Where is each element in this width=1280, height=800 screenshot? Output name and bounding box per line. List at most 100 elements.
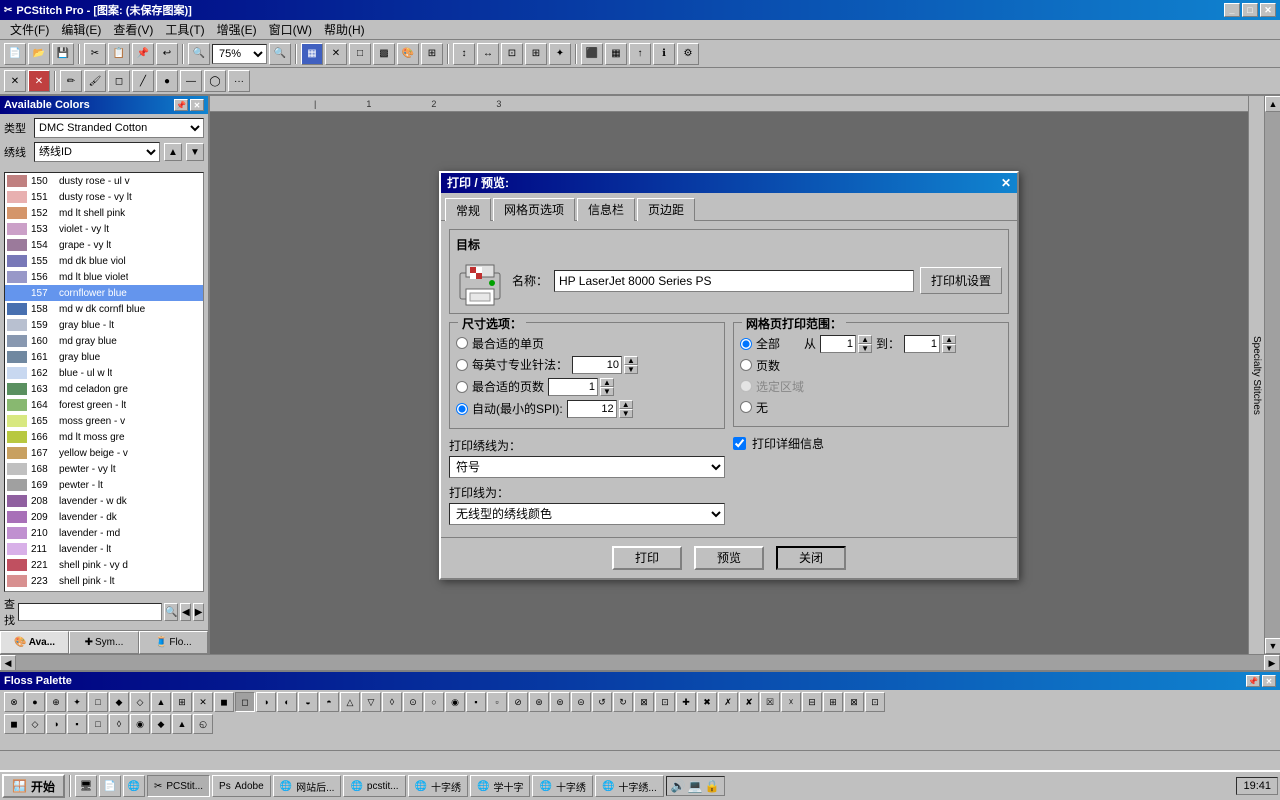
tool8[interactable]: ⊡ — [501, 43, 523, 65]
taskbar-icon-3[interactable]: 🌐 — [123, 775, 145, 797]
color-list[interactable]: 150 dusty rose - ul v 151 dusty rose - v… — [4, 172, 204, 592]
close-button[interactable]: ✕ — [1260, 3, 1276, 17]
floss-symbol-button[interactable]: ⊠ — [634, 692, 654, 712]
print-button[interactable]: 打印 — [612, 546, 682, 570]
taskbar-app-website[interactable]: 🌐 网站后... — [273, 775, 342, 797]
color-row[interactable]: 169 pewter - lt — [5, 477, 203, 493]
tool-eraser[interactable]: ◻ — [108, 70, 130, 92]
color-row[interactable]: 153 violet - vy lt — [5, 221, 203, 237]
radio-none-input[interactable] — [740, 401, 752, 413]
dialog-tab-general[interactable]: 常规 — [445, 198, 491, 221]
scroll-left-button[interactable]: ◀ — [0, 655, 16, 671]
color-row[interactable]: 211 lavender - lt — [5, 541, 203, 557]
menu-tools[interactable]: 工具(T) — [159, 19, 210, 40]
menu-file[interactable]: 文件(F) — [4, 19, 55, 40]
floss-symbol-button[interactable]: ◇ — [25, 714, 45, 734]
tool13[interactable]: ↑ — [629, 43, 651, 65]
floss-symbol-button[interactable]: ○ — [424, 692, 444, 712]
color-row[interactable]: 166 md lt moss gre — [5, 429, 203, 445]
color-row[interactable]: 157 cornflower blue — [5, 285, 203, 301]
scroll-up-button[interactable]: ▲ — [1265, 96, 1280, 112]
color-row[interactable]: 164 forest green - lt — [5, 397, 203, 413]
floss-symbol-button[interactable]: ▲ — [151, 692, 171, 712]
fit-pages-up[interactable]: ▲ — [600, 378, 614, 387]
cut-button[interactable]: ✂ — [84, 43, 106, 65]
floss-symbol-button[interactable]: ⊗ — [4, 692, 24, 712]
tool12[interactable]: ▦ — [605, 43, 627, 65]
menu-help[interactable]: 帮助(H) — [318, 19, 371, 40]
color-row[interactable]: 221 shell pink - vy d — [5, 557, 203, 573]
tool10[interactable]: ✦ — [549, 43, 571, 65]
floss-symbol-button[interactable]: ⊝ — [571, 692, 591, 712]
auto-spi-up[interactable]: ▲ — [619, 400, 633, 409]
tool9[interactable]: ⊞ — [525, 43, 547, 65]
print-floss-select[interactable]: 符号 颜色 符号+颜色 — [449, 456, 725, 478]
floss-symbol-button[interactable]: ◐ — [277, 692, 297, 712]
floss-symbol-button[interactable]: ▫ — [487, 692, 507, 712]
floss-symbol-button[interactable]: ⊛ — [529, 692, 549, 712]
floss-symbol-button[interactable]: ⊘ — [508, 692, 528, 712]
to-value[interactable] — [904, 335, 940, 353]
paste-button[interactable]: 📌 — [132, 43, 154, 65]
color-row[interactable]: 161 gray blue — [5, 349, 203, 365]
auto-spi-value[interactable] — [567, 400, 617, 418]
radio-auto-spi-input[interactable] — [456, 403, 468, 415]
color-row[interactable]: 151 dusty rose - vy lt — [5, 189, 203, 205]
tool11[interactable]: ⬛ — [581, 43, 603, 65]
color-row[interactable]: 160 md gray blue — [5, 333, 203, 349]
floss-symbol-button[interactable]: □ — [88, 714, 108, 734]
floss-symbol-button[interactable]: ● — [25, 692, 45, 712]
tab-available[interactable]: 🎨 Ava... — [0, 631, 69, 654]
from-up[interactable]: ▲ — [858, 335, 872, 344]
color-row[interactable]: 163 md celadon gre — [5, 381, 203, 397]
floss-symbol-button[interactable]: ◑ — [256, 692, 276, 712]
auto-spi-down[interactable]: ▼ — [619, 409, 633, 418]
dialog-tab-grid[interactable]: 网格页选项 — [493, 198, 575, 221]
color-row[interactable]: 155 md dk blue viol — [5, 253, 203, 269]
per-inch-value[interactable] — [572, 356, 622, 374]
search-button[interactable]: 🔍 — [164, 603, 178, 621]
tool-extra[interactable]: ··· — [228, 70, 250, 92]
tab-symbols[interactable]: ✚ Sym... — [69, 631, 138, 654]
taskbar-icon-1[interactable]: 🖥 — [75, 775, 97, 797]
color-row[interactable]: 210 lavender - md — [5, 525, 203, 541]
floss-symbol-button[interactable]: ◉ — [130, 714, 150, 734]
dialog-close-icon[interactable]: ✕ — [1001, 176, 1011, 190]
new-button[interactable]: 📄 — [4, 43, 26, 65]
minimize-button[interactable]: _ — [1224, 3, 1240, 17]
color-row[interactable]: 162 blue - ul w lt — [5, 365, 203, 381]
floss-symbol-button[interactable]: ⊟ — [802, 692, 822, 712]
color-row[interactable]: 223 shell pink - lt — [5, 573, 203, 589]
floss-symbol-button[interactable]: ◵ — [193, 714, 213, 734]
floss-symbol-button[interactable]: ✗ — [718, 692, 738, 712]
print-line-select[interactable]: 无线型的绣线颜色 颜色 黑色 — [449, 503, 725, 525]
tool5[interactable]: ⊞ — [421, 43, 443, 65]
floss-symbol-button[interactable]: △ — [340, 692, 360, 712]
per-inch-down[interactable]: ▼ — [624, 365, 638, 374]
zoom-in-button[interactable]: 🔍 — [188, 43, 210, 65]
scroll-right-button[interactable]: ▶ — [1264, 655, 1280, 671]
floss-symbol-button[interactable]: ⊡ — [655, 692, 675, 712]
tool-arrow[interactable]: ✕ — [4, 70, 26, 92]
color-row[interactable]: 156 md lt blue violet — [5, 269, 203, 285]
radio-selection-input[interactable] — [740, 380, 752, 392]
dialog-tab-margins[interactable]: 页边距 — [637, 198, 695, 221]
fit-pages-down[interactable]: ▼ — [600, 387, 614, 396]
h-scroll-track[interactable] — [16, 655, 1264, 670]
taskbar-app-learn[interactable]: 🌐 学十字 — [470, 775, 530, 797]
order-select[interactable]: 绣线ID — [34, 142, 160, 162]
taskbar-icon-2[interactable]: 📄 — [99, 775, 121, 797]
color-row[interactable]: 224 shell pink - vy lt — [5, 589, 203, 592]
floss-symbol-button[interactable]: ☓ — [781, 692, 801, 712]
color-row[interactable]: 165 moss green - v — [5, 413, 203, 429]
from-value[interactable] — [820, 335, 856, 353]
floss-symbol-button[interactable]: ⊙ — [403, 692, 423, 712]
color-row[interactable]: 154 grape - vy lt — [5, 237, 203, 253]
menu-window[interactable]: 窗口(W) — [263, 19, 318, 40]
copy-button[interactable]: 📋 — [108, 43, 130, 65]
floss-symbol-button[interactable]: ▽ — [361, 692, 381, 712]
taskbar-app-cross1[interactable]: 🌐 十字绣 — [408, 775, 468, 797]
tool7[interactable]: ↔ — [477, 43, 499, 65]
per-inch-up[interactable]: ▲ — [624, 356, 638, 365]
floss-symbol-button[interactable]: ◼ — [214, 692, 234, 712]
